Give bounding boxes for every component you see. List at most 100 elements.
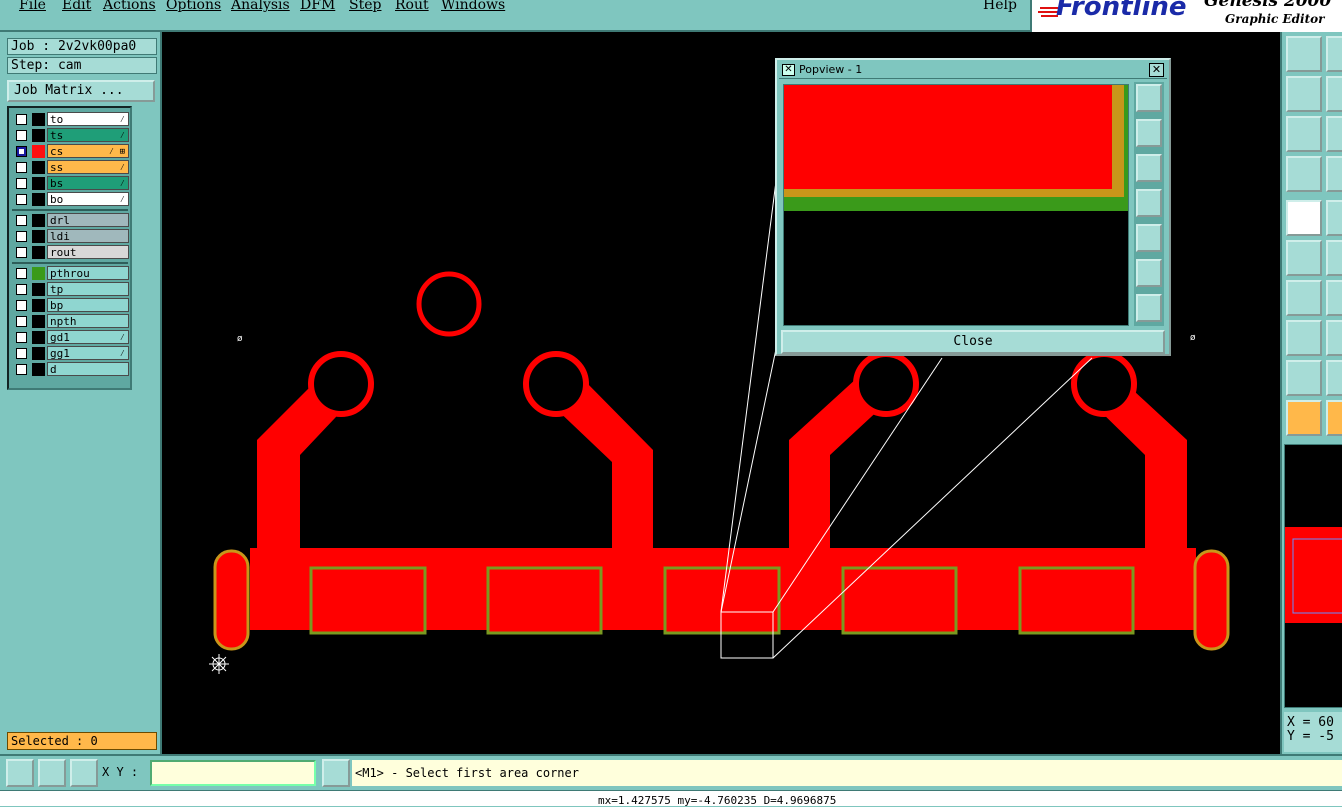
layer-name[interactable]: ldi — [47, 229, 129, 243]
tool-button[interactable] — [1326, 116, 1342, 152]
menu-step[interactable]: Step — [349, 0, 381, 13]
layer-row[interactable]: tp — [12, 282, 129, 296]
layer-checkbox[interactable] — [16, 162, 27, 173]
layer-checkbox[interactable] — [16, 364, 27, 375]
layer-checkbox[interactable] — [16, 268, 27, 279]
layer-color-swatch[interactable] — [32, 363, 45, 376]
close-icon[interactable]: ✕ — [1149, 63, 1164, 77]
tool-button[interactable] — [1326, 400, 1342, 436]
pan-up-icon[interactable] — [1136, 119, 1162, 147]
tool-button[interactable] — [1326, 280, 1342, 316]
layer-color-swatch[interactable] — [32, 283, 45, 296]
layer-color-swatch[interactable] — [32, 230, 45, 243]
connect-icon[interactable] — [1286, 320, 1322, 356]
layer-checkbox[interactable] — [16, 300, 27, 311]
tool-button[interactable] — [1326, 76, 1342, 112]
snap-grid-icon[interactable] — [70, 759, 98, 787]
layer-row[interactable]: gd1 ⁄ — [12, 330, 129, 344]
layer-name[interactable]: npth — [47, 314, 129, 328]
popview-titlebar[interactable]: ✕ Popview - 1 ✕ — [779, 62, 1167, 79]
layer-checkbox[interactable] — [16, 194, 27, 205]
layer-row[interactable]: to ⁄ — [12, 112, 129, 126]
layer-row[interactable]: bs ⁄ — [12, 176, 129, 190]
popview-window[interactable]: ✕ Popview - 1 ✕ Close — [775, 58, 1171, 356]
measure-icon[interactable] — [38, 759, 66, 787]
zoom-area-icon[interactable] — [6, 759, 34, 787]
layer-color-swatch[interactable] — [32, 246, 45, 259]
pan-left-icon[interactable] — [1286, 76, 1322, 112]
polygon-icon[interactable] — [1286, 360, 1322, 396]
layer-color-swatch[interactable] — [32, 267, 45, 280]
layer-color-swatch[interactable] — [32, 214, 45, 227]
layer-color-swatch[interactable] — [32, 129, 45, 142]
layer-row[interactable]: npth — [12, 314, 129, 328]
layer-name[interactable]: ts ⁄ — [47, 128, 129, 142]
measure-icon[interactable] — [1286, 156, 1322, 192]
menu-rout[interactable]: Rout — [395, 0, 429, 13]
layer-name[interactable]: drl — [47, 213, 129, 227]
tool-button[interactable] — [1326, 36, 1342, 72]
layer-checkbox[interactable] — [16, 247, 27, 258]
add-pad-icon[interactable] — [1286, 200, 1322, 236]
layer-color-swatch[interactable] — [32, 193, 45, 206]
layer-name[interactable]: pthrou — [47, 266, 129, 280]
layer-color-swatch[interactable] — [32, 161, 45, 174]
layer-row[interactable]: ss ⁄ — [12, 160, 129, 174]
layer-color-swatch[interactable] — [32, 177, 45, 190]
layer-row[interactable]: ldi — [12, 229, 129, 243]
layer-checkbox[interactable] — [16, 146, 27, 157]
layer-checkbox[interactable] — [16, 284, 27, 295]
layer-name[interactable]: to ⁄ — [47, 112, 129, 126]
layer-name[interactable]: bo ⁄ — [47, 192, 129, 206]
layer-color-swatch[interactable] — [32, 299, 45, 312]
window-menu-icon[interactable]: ✕ — [782, 64, 795, 76]
zoom-fit-icon[interactable] — [1136, 259, 1162, 287]
pan-up-icon[interactable] — [1286, 36, 1322, 72]
menu-help[interactable]: Help — [983, 0, 1017, 13]
layer-row[interactable]: drl — [12, 213, 129, 227]
menu-file[interactable]: File — [19, 0, 46, 13]
tool-button[interactable] — [1326, 360, 1342, 396]
layer-checkbox[interactable] — [16, 316, 27, 327]
layer-color-swatch[interactable] — [32, 315, 45, 328]
tool-button[interactable] — [1326, 200, 1342, 236]
layer-name[interactable]: cs ⁄ ⊞ — [47, 144, 129, 158]
layer-checkbox[interactable] — [16, 130, 27, 141]
layer-row[interactable]: pthrou — [12, 266, 129, 280]
pan-down-icon[interactable] — [1136, 154, 1162, 182]
layer-name[interactable]: rout — [47, 245, 129, 259]
layer-checkbox[interactable] — [16, 215, 27, 226]
layer-row[interactable]: gg1 ⁄ — [12, 346, 129, 360]
layer-checkbox[interactable] — [16, 332, 27, 343]
menu-edit[interactable]: Edit — [62, 0, 91, 13]
tool-button[interactable] — [1326, 156, 1342, 192]
overview-minimap[interactable] — [1284, 444, 1342, 708]
xy-input[interactable] — [150, 760, 316, 786]
layer-name[interactable]: d — [47, 362, 129, 376]
pan-right-icon[interactable] — [1136, 224, 1162, 252]
layer-checkbox[interactable] — [16, 231, 27, 242]
layer-row[interactable]: bp — [12, 298, 129, 312]
tool-button[interactable] — [1326, 320, 1342, 356]
layer-row[interactable]: bo ⁄ — [12, 192, 129, 206]
layer-row[interactable]: rout — [12, 245, 129, 259]
layer-color-swatch[interactable] — [32, 347, 45, 360]
menu-dfm[interactable]: DFM — [300, 0, 335, 13]
layer-row[interactable]: cs ⁄ ⊞ — [12, 144, 129, 158]
layer-color-swatch[interactable] — [32, 331, 45, 344]
popview-close-button[interactable]: Close — [781, 330, 1165, 354]
layer-color-swatch[interactable] — [32, 145, 45, 158]
layer-name[interactable]: bp — [47, 298, 129, 312]
popview-view[interactable] — [783, 84, 1129, 326]
menu-options[interactable]: Options — [166, 0, 221, 13]
layer-color-swatch[interactable] — [32, 113, 45, 126]
layer-checkbox[interactable] — [16, 178, 27, 189]
zoom-fit-icon[interactable] — [1286, 116, 1322, 152]
layer-checkbox[interactable] — [16, 348, 27, 359]
info-icon[interactable] — [322, 759, 350, 787]
job-matrix-button[interactable]: Job Matrix ... — [7, 80, 155, 102]
tool-button[interactable] — [1326, 240, 1342, 276]
menu-actions[interactable]: Actions — [103, 0, 156, 13]
zoom-home-icon[interactable] — [1136, 294, 1162, 322]
menu-windows[interactable]: Windows — [441, 0, 505, 13]
